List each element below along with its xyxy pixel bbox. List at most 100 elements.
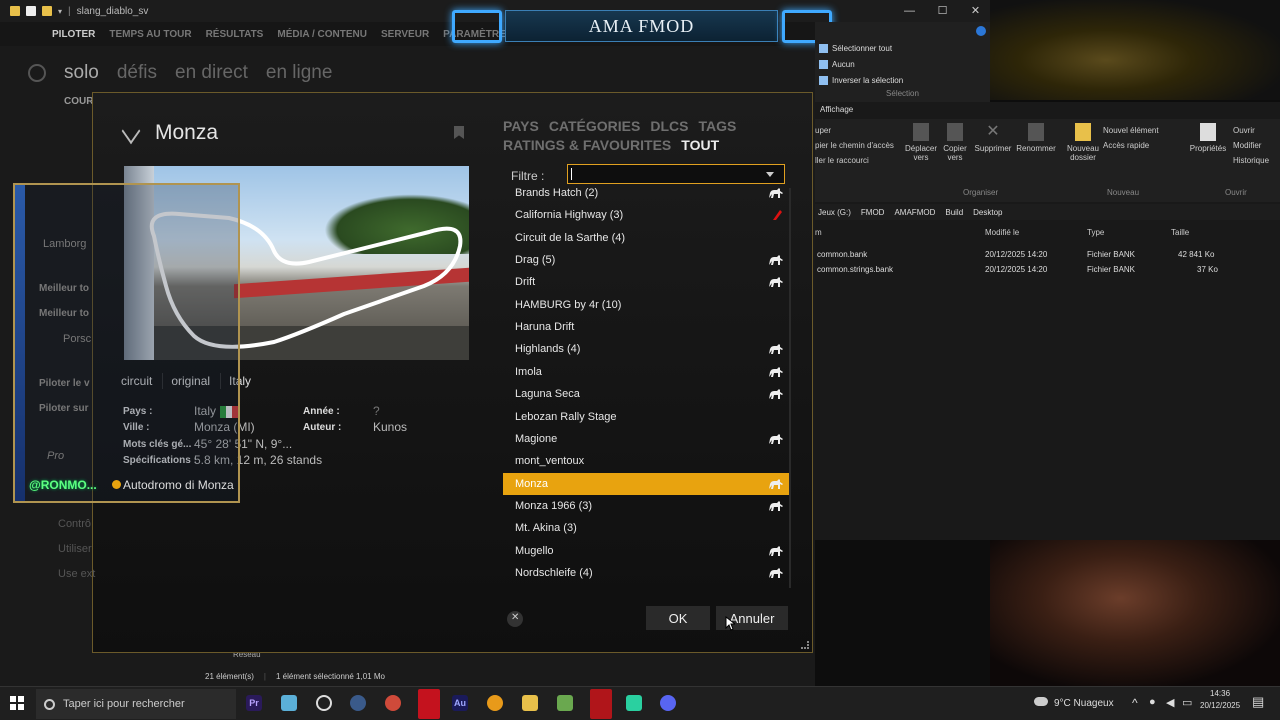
- app-icon-6[interactable]: [626, 695, 642, 711]
- app-icon-3[interactable]: [418, 689, 440, 719]
- edit-button[interactable]: Modifier: [1233, 138, 1269, 153]
- file-explorer-icon[interactable]: [522, 695, 538, 711]
- close-button[interactable]: ✕: [959, 0, 992, 22]
- file-name[interactable]: common.bank: [817, 250, 867, 259]
- track-list-item[interactable]: Laguna Seca: [503, 383, 790, 405]
- delete-button[interactable]: ✕ Supprimer: [973, 123, 1013, 153]
- nav-resultats[interactable]: RÉSULTATS: [206, 29, 264, 40]
- back-icon[interactable]: [28, 64, 46, 82]
- history-button[interactable]: Historique: [1233, 153, 1269, 168]
- filter-input[interactable]: [567, 164, 785, 184]
- track-list-item[interactable]: Drag (5): [503, 249, 790, 271]
- track-list-item[interactable]: Haruna Drift: [503, 316, 790, 338]
- track-list-item[interactable]: Highlands (4): [503, 338, 790, 360]
- clock-date[interactable]: 20/12/2025: [1200, 701, 1240, 710]
- tab-ratings[interactable]: RATINGS & FAVOURITES: [503, 137, 671, 153]
- track-list-item[interactable]: Monza 1966 (3): [503, 495, 790, 517]
- maximize-button[interactable]: ☐: [926, 0, 959, 22]
- address-bar[interactable]: Jeux (G:) FMOD AMAFMOD Build Desktop: [815, 204, 1280, 220]
- subnav-en-direct[interactable]: en direct: [175, 62, 248, 84]
- taskbar-search[interactable]: Taper ici pour rechercher: [36, 689, 236, 719]
- tab-pays[interactable]: PAYS: [503, 118, 539, 134]
- weather-text[interactable]: 9°C Nuageux: [1054, 698, 1114, 709]
- track-list-item[interactable]: Lebozan Rally Stage: [503, 406, 790, 428]
- windows-start-icon[interactable]: [10, 696, 24, 710]
- dropdown-icon[interactable]: ▾: [58, 7, 62, 16]
- open-button[interactable]: Ouvrir: [1233, 123, 1269, 138]
- select-none-button[interactable]: Aucun: [815, 56, 990, 72]
- clock-time[interactable]: 14:36: [1210, 689, 1230, 698]
- track-list-scrollbar[interactable]: [789, 188, 791, 588]
- track-list-item[interactable]: Imola: [503, 361, 790, 383]
- nav-temps-au-tour[interactable]: TEMPS AU TOUR: [109, 29, 191, 40]
- properties-button[interactable]: Propriétés: [1187, 123, 1229, 153]
- new-folder-button[interactable]: Nouveau dossier: [1065, 123, 1101, 162]
- paste-shortcut-button[interactable]: ller le raccourci: [815, 153, 894, 168]
- rename-button[interactable]: Renommer: [1013, 123, 1059, 153]
- new-item-button[interactable]: Nouvel élément: [1103, 123, 1159, 138]
- obs-icon[interactable]: [316, 695, 332, 711]
- path-desktop[interactable]: Desktop: [973, 208, 1002, 217]
- copy-to-button[interactable]: Copier vers: [938, 123, 972, 162]
- app-icon-5[interactable]: [557, 695, 573, 711]
- track-list-item[interactable]: HAMBURG by 4r (10): [503, 294, 790, 316]
- track-list-item[interactable]: Monza: [503, 472, 790, 495]
- subnav-solo[interactable]: solo: [64, 62, 99, 84]
- cut-button[interactable]: uper: [815, 123, 894, 138]
- tab-dlcs[interactable]: DLCS: [650, 118, 688, 134]
- path-amafmod[interactable]: AMAFMOD: [894, 208, 935, 217]
- steam-icon[interactable]: [350, 695, 366, 711]
- chevron-down-icon[interactable]: [121, 127, 147, 139]
- tab-tout[interactable]: TOUT: [681, 137, 719, 153]
- mic-icon[interactable]: ●: [1149, 696, 1156, 708]
- nav-piloter[interactable]: PILOTER: [52, 29, 95, 40]
- tab-affichage[interactable]: Affichage: [820, 105, 853, 114]
- tab-tags[interactable]: TAGS: [698, 118, 736, 134]
- column-name[interactable]: m: [815, 228, 822, 237]
- column-type[interactable]: Type: [1087, 228, 1104, 237]
- path-build[interactable]: Build: [945, 208, 963, 217]
- subnav-defis[interactable]: défis: [117, 62, 157, 84]
- speaker-icon[interactable]: ◀: [1166, 696, 1174, 709]
- quick-access-button[interactable]: Accès rapide: [1103, 138, 1159, 153]
- path-drive[interactable]: Jeux (G:): [818, 208, 851, 217]
- bookmark-icon[interactable]: [454, 126, 464, 139]
- resize-grip-icon[interactable]: [801, 641, 809, 649]
- minimize-button[interactable]: —: [893, 0, 926, 22]
- help-icon[interactable]: [976, 26, 986, 36]
- assetto-corsa-icon[interactable]: [590, 689, 612, 719]
- audition-app-icon[interactable]: Au: [452, 695, 468, 711]
- track-list-item[interactable]: Circuit de la Sarthe (4): [503, 227, 790, 249]
- column-modified[interactable]: Modifié le: [985, 228, 1019, 237]
- track-list-item[interactable]: Mt. Akina (3): [503, 517, 790, 539]
- app-icon-1[interactable]: [281, 695, 297, 711]
- collapse-icon[interactable]: [507, 611, 523, 627]
- track-list-item[interactable]: California Highway (3): [503, 204, 790, 226]
- column-size[interactable]: Taille: [1171, 228, 1189, 237]
- nav-media[interactable]: MÉDIA / CONTENU: [277, 29, 367, 40]
- app-icon-4[interactable]: [487, 695, 503, 711]
- invert-selection-button[interactable]: Inverser la sélection: [815, 72, 990, 88]
- nav-serveur[interactable]: SERVEUR: [381, 29, 429, 40]
- track-list-item[interactable]: Mugello: [503, 540, 790, 562]
- track-list-item[interactable]: Nordschleife (4): [503, 562, 790, 584]
- notification-icon[interactable]: ▤: [1252, 694, 1264, 710]
- subnav-en-ligne[interactable]: en ligne: [266, 62, 333, 84]
- ok-button[interactable]: OK: [646, 606, 710, 630]
- chevron-up-icon[interactable]: ^: [1132, 696, 1138, 710]
- discord-icon[interactable]: [660, 695, 676, 711]
- path-fmod[interactable]: FMOD: [861, 208, 885, 217]
- tab-categories[interactable]: CATÉGORIES: [549, 118, 641, 134]
- premiere-app-icon[interactable]: Pr: [246, 695, 262, 711]
- select-all-button[interactable]: Sélectionner tout: [815, 40, 990, 56]
- track-list[interactable]: Brands Hatch (2) California Highway (3) Ci…: [503, 186, 790, 588]
- app-icon-2[interactable]: [385, 695, 401, 711]
- track-list-item[interactable]: Brands Hatch (2): [503, 186, 790, 204]
- move-to-button[interactable]: Déplacer vers: [903, 123, 939, 162]
- track-list-item[interactable]: Drift: [503, 271, 790, 293]
- network-icon[interactable]: ▭: [1182, 696, 1192, 709]
- track-list-item[interactable]: mont_ventoux: [503, 450, 790, 472]
- copy-path-button[interactable]: pier le chemin d'accès: [815, 138, 894, 153]
- track-list-item[interactable]: Magione: [503, 428, 790, 450]
- file-name[interactable]: common.strings.bank: [817, 265, 893, 274]
